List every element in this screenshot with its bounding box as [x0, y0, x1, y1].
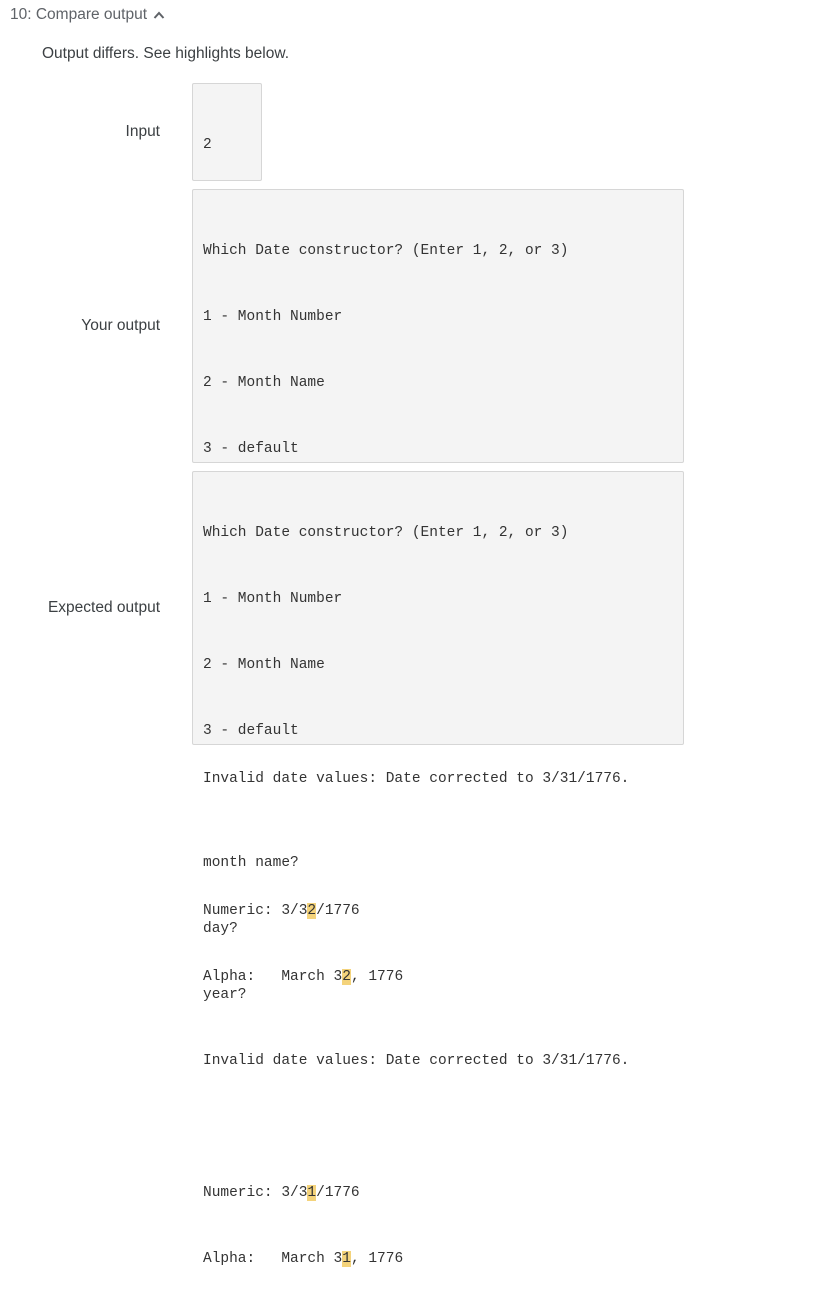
alpha-text: Alpha: March 3	[203, 1251, 343, 1267]
output-line: Which Date constructor? (Enter 1, 2, or …	[203, 243, 569, 259]
numeric-line: Numeric: 3/31/1776	[203, 1182, 673, 1204]
input-label: Input	[125, 123, 160, 140]
numeric-text: Numeric: 3/3	[203, 903, 308, 919]
your-output-box: Which Date constructor? (Enter 1, 2, or …	[192, 189, 684, 985]
output-line: 1 - Month Number	[203, 309, 343, 325]
alpha-line: Alpha: March 31, 1776	[203, 1248, 673, 1270]
output-line: month name?	[203, 855, 299, 871]
output-line: Which Date constructor? (Enter 1, 2, or …	[203, 525, 569, 541]
output-line: day?	[203, 921, 238, 937]
diff-highlight: 2	[307, 903, 317, 919]
input-line: 2	[203, 137, 212, 153]
output-line: 1 - Month Number	[203, 591, 343, 607]
numeric-text: /1776	[316, 1185, 360, 1201]
alpha-text: , 1776	[350, 1251, 404, 1267]
output-line: Invalid date values: Date corrected to 3…	[203, 1053, 630, 1069]
output-line: 3 - default	[203, 723, 299, 739]
status-message: Output differs. See highlights below.	[42, 45, 290, 62]
your-output-label: Your output	[81, 317, 160, 334]
expected-output-row: Expected output Which Date constructor? …	[0, 471, 684, 1267]
chevron-up-icon	[153, 11, 165, 19]
output-line: year?	[203, 987, 247, 1003]
diff-highlight: 1	[307, 1185, 317, 1201]
section-title: 10: Compare output	[10, 6, 148, 23]
numeric-text: /1776	[316, 903, 360, 919]
diff-highlight: 2	[342, 969, 351, 985]
alpha-text: Alpha: March 3	[203, 969, 343, 985]
your-output-row: Your output Which Date constructor? (Ent…	[0, 189, 684, 985]
output-line: 2 - Month Name	[203, 657, 325, 673]
expected-output-label: Expected output	[47, 599, 160, 616]
output-line: 2 - Month Name	[203, 375, 325, 391]
compare-output-toggle[interactable]: 10: Compare output	[10, 6, 165, 24]
output-line: 3 - default	[203, 441, 299, 457]
expected-output-box: Which Date constructor? (Enter 1, 2, or …	[192, 471, 684, 1267]
diff-highlight: 1	[342, 1251, 351, 1267]
alpha-text: , 1776	[350, 969, 404, 985]
input-row: Input 2 March 32 1776	[0, 83, 262, 351]
numeric-text: Numeric: 3/3	[203, 1185, 308, 1201]
input-box: 2 March 32 1776	[192, 83, 262, 351]
